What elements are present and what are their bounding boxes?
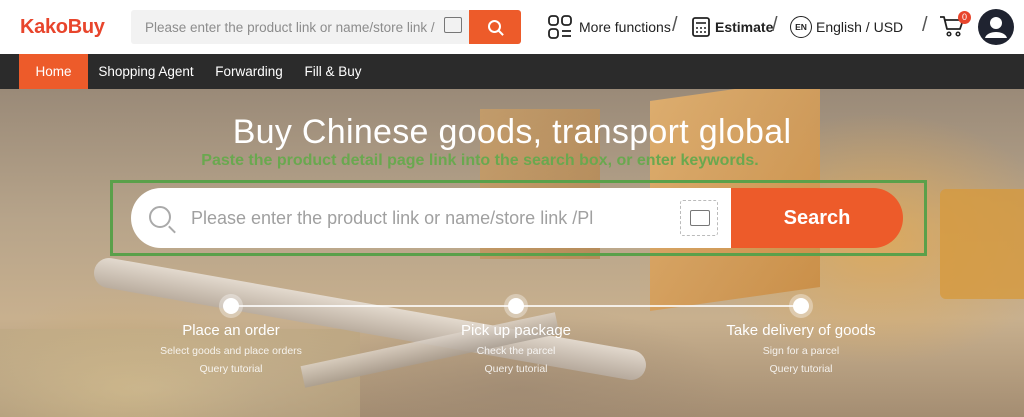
nav-home[interactable]: Home — [19, 54, 88, 89]
more-functions-label: More functions — [579, 19, 671, 35]
separator: / — [772, 14, 778, 36]
user-icon — [985, 17, 1007, 38]
truck-image — [940, 189, 1024, 299]
hero-search-button[interactable]: Search — [731, 188, 903, 248]
step-pick-up-package: Pick up package Check the parcel Query t… — [416, 322, 616, 375]
step-take-delivery: Take delivery of goods Sign for a parcel… — [701, 322, 901, 375]
search-icon — [149, 206, 171, 228]
more-functions-button[interactable]: More functions — [548, 13, 671, 41]
step-dot — [223, 298, 239, 314]
nav-shopping-agent[interactable]: Shopping Agent — [92, 54, 200, 89]
hero-banner: Buy Chinese goods, transport global Past… — [0, 89, 1024, 417]
hero-subtitle: Paste the product detail page link into … — [201, 152, 759, 169]
header-search-input[interactable] — [145, 10, 435, 44]
estimate-button[interactable]: Estimate — [692, 13, 773, 41]
language-icon: EN — [790, 16, 812, 38]
image-icon — [690, 210, 710, 226]
separator: / — [672, 14, 678, 36]
step-title: Pick up package — [460, 322, 572, 339]
hero-search-input[interactable] — [191, 188, 671, 248]
language-currency-label: English / USD — [816, 19, 904, 35]
step-title: Take delivery of goods — [726, 322, 876, 339]
top-header: KakoBuy More functions / Estimate / EN E… — [0, 0, 1024, 54]
image-search-button[interactable] — [680, 200, 718, 236]
hero-title: Buy Chinese goods, transport global — [232, 113, 792, 151]
nav-forwarding[interactable]: Forwarding — [208, 54, 290, 89]
header-search-box — [131, 10, 470, 44]
step-dot — [793, 298, 809, 314]
step-subtitle: Sign for a parcel — [762, 345, 840, 357]
step-dot — [508, 298, 524, 314]
main-nav: Home Shopping Agent Forwarding Fill & Bu… — [0, 54, 1024, 89]
grid-icon — [548, 15, 572, 39]
header-search-button[interactable] — [469, 10, 521, 44]
step-place-order: Place an order Select goods and place or… — [131, 322, 331, 375]
step-subtitle: Check the parcel — [476, 345, 556, 357]
estimate-label: Estimate — [715, 19, 774, 35]
user-avatar[interactable] — [978, 9, 1014, 45]
query-tutorial-link[interactable]: Query tutorial — [416, 363, 616, 375]
hero-search-box — [131, 188, 731, 248]
step-subtitle: Select goods and place orders — [160, 345, 302, 357]
separator: / — [922, 14, 928, 36]
query-tutorial-link[interactable]: Query tutorial — [131, 363, 331, 375]
cart-count-badge: 0 — [958, 11, 971, 24]
language-currency-selector[interactable]: EN English / USD — [790, 13, 903, 41]
search-icon — [488, 20, 501, 33]
image-search-icon[interactable] — [444, 17, 462, 33]
brand-logo[interactable]: KakoBuy — [20, 16, 105, 39]
step-title: Place an order — [182, 322, 280, 339]
query-tutorial-link[interactable]: Query tutorial — [701, 363, 901, 375]
calculator-icon — [692, 17, 710, 37]
nav-fill-buy[interactable]: Fill & Buy — [297, 54, 369, 89]
